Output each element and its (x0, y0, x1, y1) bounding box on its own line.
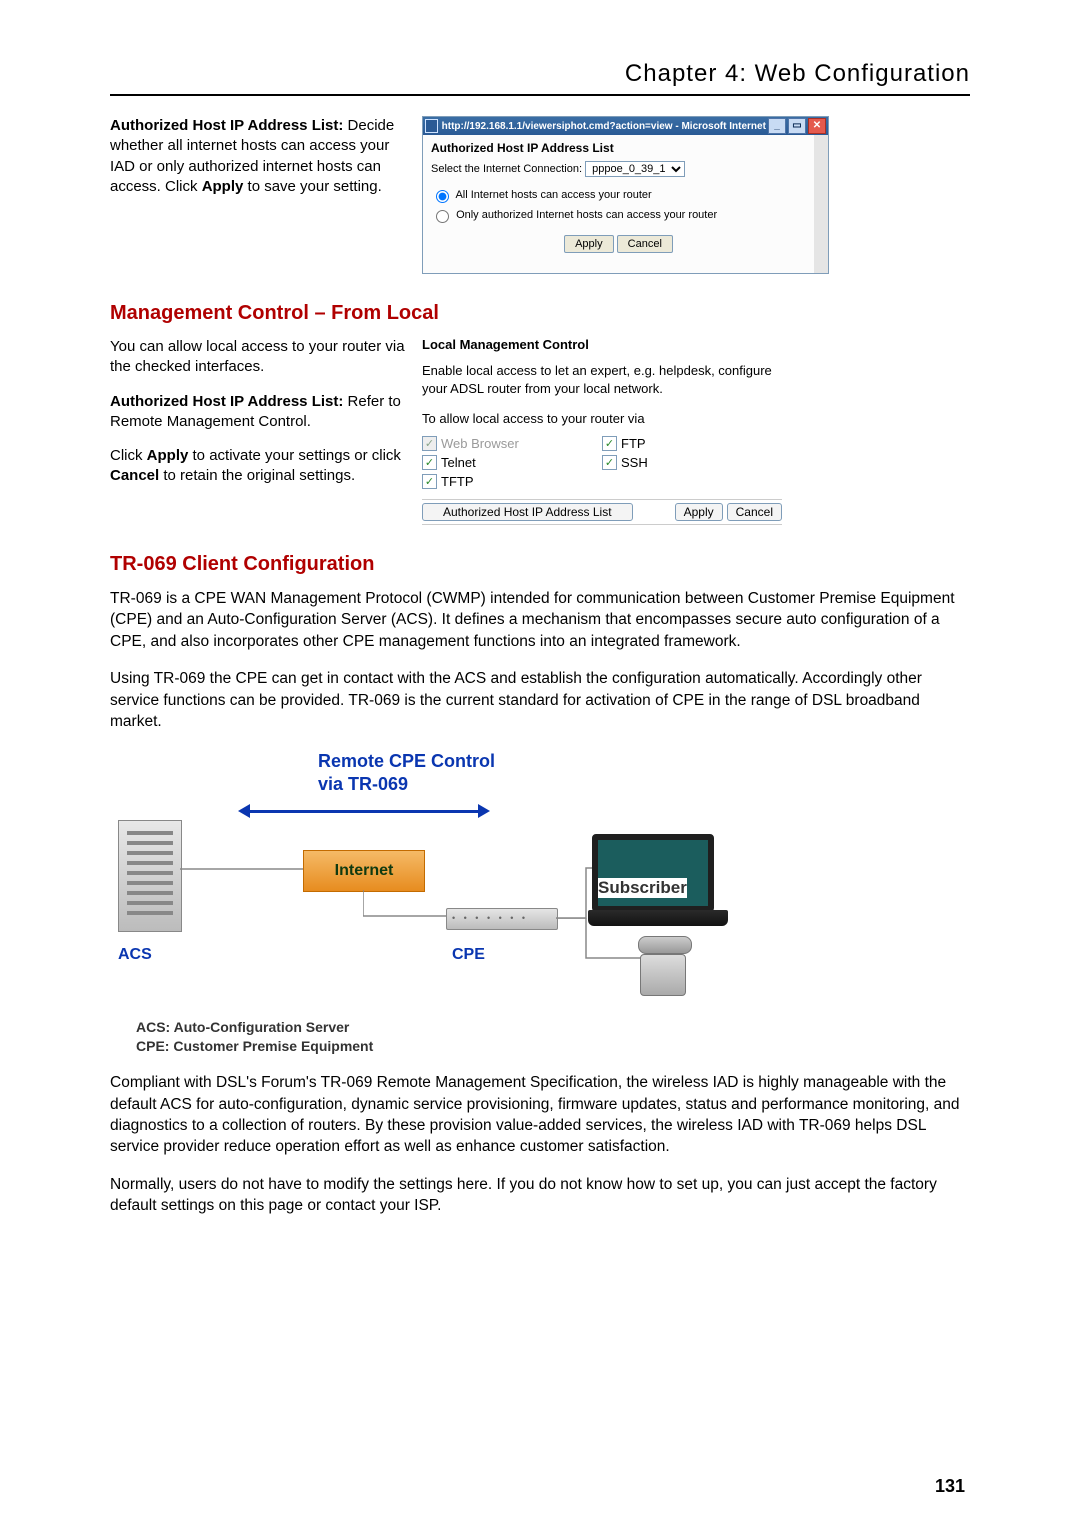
ie-cancel-button[interactable]: Cancel (617, 235, 673, 253)
ie-connection-select[interactable]: pppoe_0_39_1 (585, 161, 685, 177)
mgmt-p3b: Apply (147, 447, 189, 464)
ie-radio-all-label: All Internet hosts can access your route… (455, 189, 651, 201)
chk-tftp-label: TFTP (441, 474, 474, 489)
tr069-p4: Normally, users do not have to modify th… (110, 1174, 970, 1217)
ie-window: http://192.168.1.1/viewersiphot.cmd?acti… (422, 116, 829, 274)
local-cancel-button[interactable]: Cancel (727, 503, 782, 521)
local-line: To allow local access to your router via (422, 411, 782, 426)
dg-cpe-ports-icon: • • • • • • • (452, 913, 528, 923)
mgmt-p3c: to activate your settings or click (188, 447, 401, 464)
mgmt-left-col: You can allow local access to your route… (110, 337, 410, 487)
ie-radio-all[interactable] (436, 190, 449, 203)
mgmt-bold1: Authorized Host IP Address List: (110, 393, 343, 410)
dg-legend2: CPE: Customer Premise Equipment (136, 1037, 970, 1056)
local-desc: Enable local access to let an expert, e.… (422, 362, 782, 397)
mgmt-p3e: to retain the original settings. (159, 467, 355, 484)
maximize-icon[interactable]: ▭ (788, 118, 806, 134)
chk-tftp[interactable]: ✓ (422, 474, 437, 489)
chk-telnet[interactable]: ✓ (422, 455, 437, 470)
tr069-header: TR-069 Client Configuration (110, 553, 970, 576)
ie-apply-button[interactable]: Apply (564, 235, 614, 253)
dg-acs-label: ACS (118, 946, 152, 964)
chk-ssh-label: SSH (621, 455, 648, 470)
arrow-right-icon (478, 804, 490, 818)
tr069-p1: TR-069 is a CPE WAN Management Protocol … (110, 588, 970, 652)
tr069-p2: Using TR-069 the CPE can get in contact … (110, 668, 970, 732)
ie-select-label: Select the Internet Connection: (431, 163, 582, 175)
local-apply-button[interactable]: Apply (675, 503, 723, 521)
dg-legend1: ACS: Auto-Configuration Server (136, 1018, 970, 1037)
chk-web[interactable]: ✓ (422, 436, 437, 451)
dg-phone-icon (638, 936, 690, 996)
mgmt-p3a: Click (110, 447, 147, 464)
ie-radio-only[interactable] (436, 210, 449, 223)
ie-titlebar: http://192.168.1.1/viewersiphot.cmd?acti… (423, 117, 828, 135)
chk-ssh[interactable]: ✓ (602, 455, 617, 470)
authlist-text2: to save your setting. (243, 178, 381, 195)
chk-ftp-label: FTP (621, 436, 646, 451)
mgmt-p3d: Cancel (110, 467, 159, 484)
tr069-p3: Compliant with DSL's Forum's TR-069 Remo… (110, 1072, 970, 1158)
ie-app-icon (425, 119, 438, 133)
dg-cpe-label: CPE (452, 946, 485, 964)
arrow-left-icon (238, 804, 250, 818)
authlist-apply-bold: Apply (202, 178, 244, 195)
authlist-description: Authorized Host IP Address List: Decide … (110, 116, 410, 197)
ie-scrollbar[interactable] (814, 135, 828, 273)
minimize-icon[interactable]: _ (768, 118, 786, 134)
chk-ftp[interactable]: ✓ (602, 436, 617, 451)
mgmt-header: Management Control – From Local (110, 302, 970, 325)
close-icon[interactable]: ✕ (808, 118, 826, 134)
chapter-header: Chapter 4: Web Configuration (110, 60, 970, 96)
local-title: Local Management Control (422, 337, 782, 352)
ie-heading: Authorized Host IP Address List (431, 141, 806, 155)
chk-web-label: Web Browser (441, 436, 519, 451)
dg-internet: Internet (303, 850, 425, 892)
tr069-diagram: Remote CPE Control via TR-069 ACS Intern… (110, 748, 970, 1056)
page-number: 131 (935, 1476, 965, 1497)
dg-subscriber-label: Subscriber (598, 878, 687, 898)
ie-title-text: http://192.168.1.1/viewersiphot.cmd?acti… (442, 121, 768, 132)
local-panel: Local Management Control Enable local ac… (422, 337, 782, 525)
dg-acs-icon (118, 820, 182, 932)
dg-title: Remote CPE Control via TR-069 (318, 750, 495, 795)
ie-radio-only-label: Only authorized Internet hosts can acces… (456, 209, 717, 221)
mgmt-p1: You can allow local access to your route… (110, 337, 410, 378)
chk-telnet-label: Telnet (441, 455, 476, 470)
authlist-button[interactable]: Authorized Host IP Address List (422, 503, 633, 521)
authlist-bold: Authorized Host IP Address List: (110, 117, 343, 134)
